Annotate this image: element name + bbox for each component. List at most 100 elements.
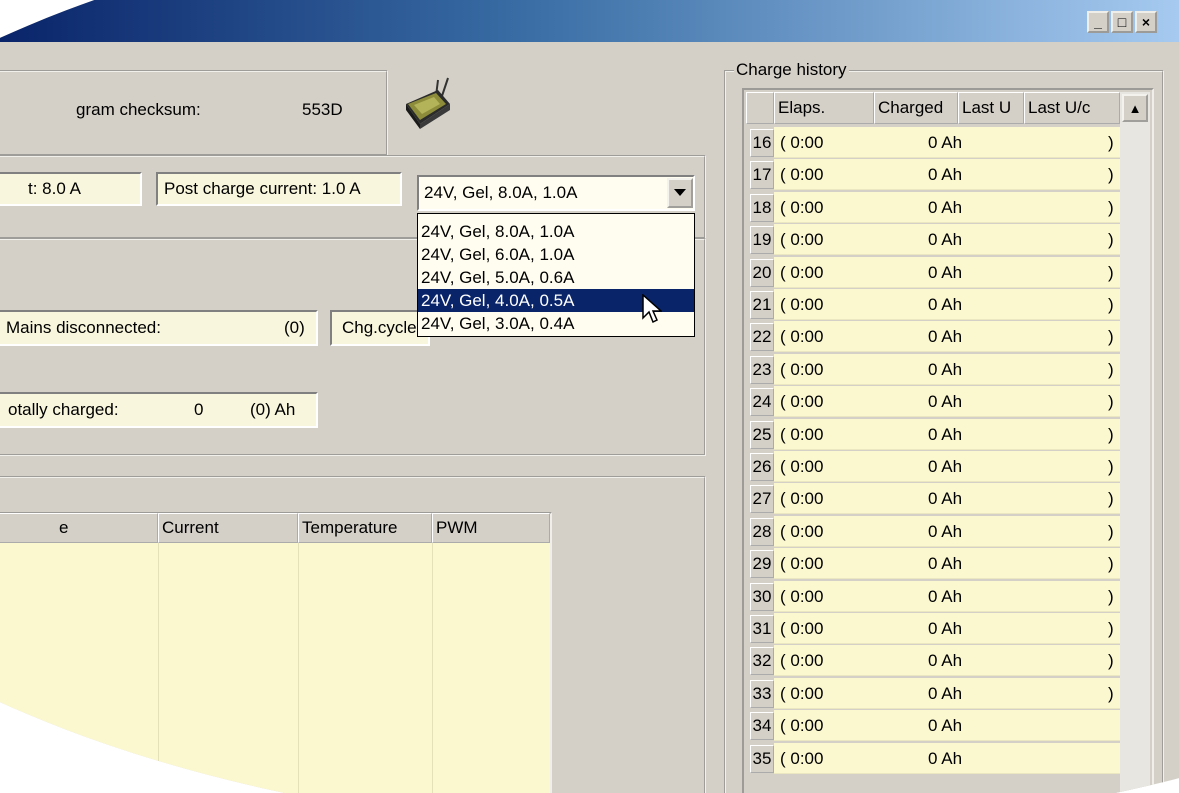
history-row-number: 17 xyxy=(750,161,774,190)
profile-option[interactable]: 24V, Gel, 8.0A, 1.0A xyxy=(418,220,694,243)
history-row[interactable]: 28 ( 0:00 0 Ah) xyxy=(750,515,1120,547)
dropdown-arrow-button[interactable] xyxy=(667,178,693,208)
history-row-end: ) xyxy=(1108,619,1114,638)
history-row[interactable]: 35 ( 0:00 0 Ah xyxy=(750,742,1120,774)
history-elapsed: ( 0:00 xyxy=(780,457,824,476)
history-elapsed: ( 0:00 xyxy=(780,651,824,671)
history-charged: 0 Ah xyxy=(928,619,963,638)
history-row-cells: ( 0:00 0 Ah) xyxy=(774,548,1120,580)
history-charged: 0 Ah xyxy=(928,457,963,476)
history-row[interactable]: 27 ( 0:00 0 Ah) xyxy=(750,483,1120,515)
history-row[interactable]: 16 ( 0:00 0 Ah) xyxy=(750,127,1120,158)
history-row-number: 18 xyxy=(750,193,774,222)
charger-device-icon xyxy=(398,74,458,134)
profile-select[interactable]: 24V, Gel, 8.0A, 1.0A xyxy=(417,175,695,211)
history-corner-header xyxy=(746,92,774,124)
history-row-cells: ( 0:00 0 Ah xyxy=(774,710,1120,742)
history-col-header-last-u[interactable]: Last U xyxy=(958,92,1024,124)
log-col-header-pwm[interactable]: PWM xyxy=(432,513,550,543)
scroll-up-button[interactable]: ▲ xyxy=(1122,94,1148,122)
history-charged: 0 Ah xyxy=(928,521,963,541)
history-col-header-last-u-c[interactable]: Last U/c xyxy=(1024,92,1120,124)
history-elapsed: ( 0:00 xyxy=(780,683,824,703)
mains-disconnected-label: Mains disconnected: xyxy=(6,318,161,337)
log-col-header-current[interactable]: Current xyxy=(158,513,298,543)
history-row[interactable]: 32 ( 0:00 0 Ah) xyxy=(750,645,1120,677)
checksum-label: gram checksum: xyxy=(76,100,201,119)
history-charged: 0 Ah xyxy=(928,489,963,509)
history-row-end: ) xyxy=(1108,683,1114,703)
history-row[interactable]: 24 ( 0:00 0 Ah) xyxy=(750,386,1120,418)
history-row-end: ) xyxy=(1108,262,1114,282)
history-scrollbar[interactable] xyxy=(1120,92,1150,793)
history-row-cells: ( 0:00 0 Ah) xyxy=(774,580,1120,612)
history-row[interactable]: 17 ( 0:00 0 Ah) xyxy=(750,159,1120,191)
history-charged: 0 Ah xyxy=(928,651,963,671)
history-row-cells: ( 0:00 0 Ah) xyxy=(774,483,1120,515)
history-row[interactable]: 31 ( 0:00 0 Ah) xyxy=(750,613,1120,644)
history-charged: 0 Ah xyxy=(928,230,963,250)
history-elapsed: ( 0:00 xyxy=(780,262,824,282)
totally-charged-field: otally charged: 0 (0) Ah xyxy=(0,392,318,428)
history-row-number: 25 xyxy=(750,420,774,449)
history-row[interactable]: 33 ( 0:00 0 Ah) xyxy=(750,677,1120,709)
history-row-number: 32 xyxy=(750,647,774,676)
totally-charged-label: otally charged: xyxy=(8,400,119,419)
chevron-down-icon xyxy=(674,189,686,196)
history-row[interactable]: 23 ( 0:00 0 Ah) xyxy=(750,353,1120,385)
profile-option[interactable]: 24V, Gel, 5.0A, 0.6A xyxy=(418,266,694,289)
log-col-header-temperature[interactable]: Temperature xyxy=(298,513,432,543)
history-row-number: 23 xyxy=(750,355,774,384)
history-elapsed: ( 0:00 xyxy=(780,359,824,379)
history-row-cells: ( 0:00 0 Ah) xyxy=(774,127,1120,158)
history-row-number: 19 xyxy=(750,226,774,255)
minimize-button[interactable]: _ xyxy=(1087,11,1109,33)
history-row[interactable]: 34 ( 0:00 0 Ah xyxy=(750,710,1120,742)
log-col-header[interactable]: e xyxy=(0,513,158,543)
history-charged: 0 Ah xyxy=(928,165,963,185)
history-elapsed: ( 0:00 xyxy=(780,489,824,509)
history-row[interactable]: 30 ( 0:00 0 Ah) xyxy=(750,580,1120,612)
history-row[interactable]: 18 ( 0:00 0 Ah) xyxy=(750,191,1120,223)
post-charge-current-field: Post charge current: 1.0 A xyxy=(156,172,402,206)
profile-select-value: 24V, Gel, 8.0A, 1.0A xyxy=(424,183,578,202)
history-row[interactable]: 22 ( 0:00 0 Ah) xyxy=(750,321,1120,353)
maximize-button[interactable]: □ xyxy=(1111,11,1133,33)
history-row-cells: ( 0:00 0 Ah xyxy=(774,742,1120,774)
history-row-cells: ( 0:00 0 Ah) xyxy=(774,645,1120,677)
history-row-end: ) xyxy=(1108,197,1114,217)
mouse-pointer-icon xyxy=(642,293,663,324)
history-row-end: ) xyxy=(1108,457,1114,476)
scroll-up-arrow-icon: ▲ xyxy=(1128,100,1142,116)
history-row-end: ) xyxy=(1108,295,1114,314)
history-row-end: ) xyxy=(1108,554,1114,574)
close-button[interactable]: × xyxy=(1135,11,1157,33)
history-row-number: 29 xyxy=(750,550,774,579)
history-row[interactable]: 25 ( 0:00 0 Ah) xyxy=(750,418,1120,450)
history-row-cells: ( 0:00 0 Ah) xyxy=(774,677,1120,709)
history-row[interactable]: 26 ( 0:00 0 Ah) xyxy=(750,451,1120,482)
title-bar xyxy=(0,0,1179,42)
history-row-end: ) xyxy=(1108,489,1114,509)
history-row[interactable]: 21 ( 0:00 0 Ah) xyxy=(750,289,1120,320)
history-row[interactable]: 19 ( 0:00 0 Ah) xyxy=(750,224,1120,256)
profile-option[interactable]: 24V, Gel, 6.0A, 1.0A xyxy=(418,243,694,266)
history-charged: 0 Ah xyxy=(928,197,963,217)
history-row[interactable]: 29 ( 0:00 0 Ah) xyxy=(750,548,1120,580)
history-row-number: 21 xyxy=(750,291,774,319)
log-grid-line xyxy=(298,543,299,793)
history-row-cells: ( 0:00 0 Ah) xyxy=(774,386,1120,418)
history-charged: 0 Ah xyxy=(928,262,963,282)
history-row-cells: ( 0:00 0 Ah) xyxy=(774,353,1120,385)
history-charged: 0 Ah xyxy=(928,716,963,736)
history-row-number: 24 xyxy=(750,388,774,417)
log-grid-line xyxy=(158,543,159,793)
history-row-end: ) xyxy=(1108,424,1114,444)
history-col-header-elapsed[interactable]: Elaps. xyxy=(774,92,874,124)
history-row[interactable]: 20 ( 0:00 0 Ah) xyxy=(750,256,1120,288)
history-row-number: 31 xyxy=(750,615,774,643)
history-row-end: ) xyxy=(1108,133,1114,152)
history-col-header-charged[interactable]: Charged xyxy=(874,92,958,124)
history-row-cells: ( 0:00 0 Ah) xyxy=(774,613,1120,644)
history-row-number: 33 xyxy=(750,679,774,708)
